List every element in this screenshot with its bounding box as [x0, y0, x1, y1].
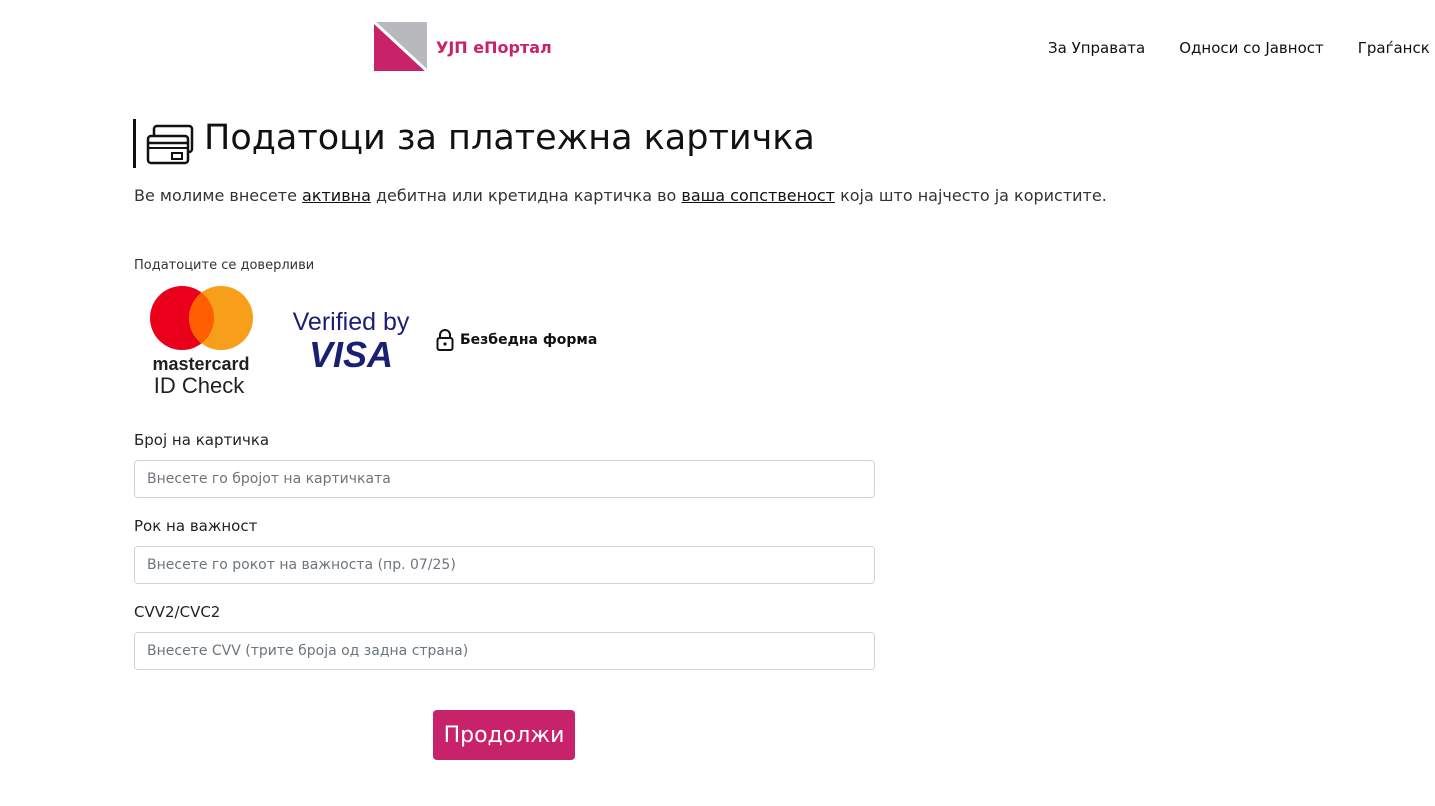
- intro-text-part: дебитна или кретидна картичка во: [370, 186, 682, 205]
- card-number-input[interactable]: [134, 460, 875, 498]
- visa-brand-text: VISA: [309, 334, 393, 372]
- brand-name[interactable]: УЈП еПортал: [436, 38, 552, 57]
- cvv-label: CVV2/CVC2: [134, 603, 221, 621]
- mastercard-id-check-logo: mastercard ID Check: [150, 286, 253, 396]
- verified-by-visa-logo: Verified by VISA: [293, 308, 410, 372]
- page-title: Податоци за платежна картичка: [204, 118, 815, 158]
- visa-verified-text: Verified by: [293, 308, 410, 336]
- credit-cards-icon: [146, 124, 194, 165]
- intro-text-part: која што најчесто ја користите.: [834, 186, 1107, 205]
- brand-logo-icon[interactable]: [374, 22, 427, 71]
- intro-emphasis-active: активна: [302, 186, 371, 205]
- continue-button[interactable]: Продолжи: [433, 710, 575, 760]
- trusted-label: Податоците се доверливи: [134, 258, 315, 273]
- nav-item-citizens[interactable]: Граѓанск: [1358, 39, 1430, 57]
- mastercard-brand-text: mastercard: [152, 354, 249, 374]
- intro-emphasis-ownership: ваша сопственост: [681, 186, 835, 205]
- nav-item-public-relations[interactable]: Односи со Јавност: [1179, 39, 1324, 57]
- card-number-label: Број на картичка: [134, 431, 270, 449]
- nav-item-about[interactable]: За Управата: [1048, 39, 1145, 57]
- intro-text-part: Ве молиме внесете: [134, 186, 303, 205]
- lock-icon: [436, 329, 454, 351]
- expiry-label: Рок на важност: [134, 517, 258, 535]
- intro-text: Ве молиме внесете активна дебитна или кр…: [134, 186, 1107, 205]
- mastercard-id-check-text: ID Check: [154, 373, 245, 396]
- top-nav: За Управата Односи со Јавност Граѓанск: [1048, 39, 1430, 57]
- expiry-input[interactable]: [134, 546, 875, 584]
- secure-form-badge: Безбедна форма: [436, 329, 597, 351]
- cvv-input[interactable]: [134, 632, 875, 670]
- secure-form-label: Безбедна форма: [460, 332, 598, 348]
- title-accent-bar: [133, 119, 136, 168]
